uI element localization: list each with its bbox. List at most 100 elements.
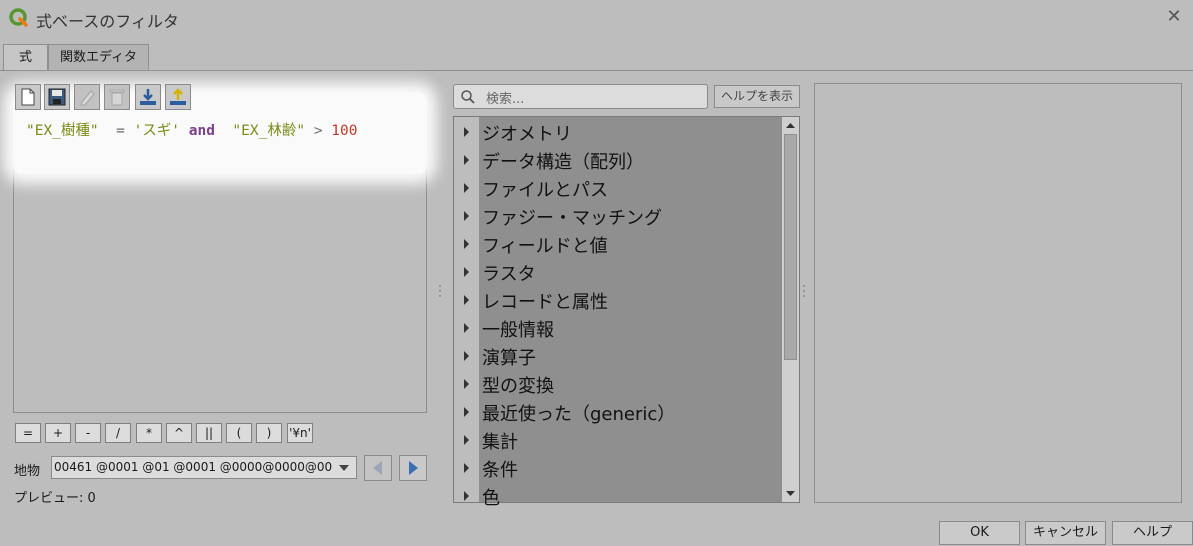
operator-multiply-button[interactable]: * [136,423,162,443]
tab-function-editor[interactable]: 関数エディタ [48,44,149,70]
function-group-item[interactable]: ジオメトリ [456,118,780,146]
function-group-label: 一般情報 [482,320,554,341]
splitter-handle-right[interactable] [802,283,806,303]
preview-value: 0 [87,491,96,506]
scroll-down-icon[interactable] [784,487,797,500]
function-group-item[interactable]: 集計 [456,426,780,454]
operator-close-paren-button[interactable]: ) [256,423,282,443]
operator-power-button[interactable]: ^ [166,423,192,443]
function-group-item[interactable]: 演算子 [456,342,780,370]
operator-divide-button[interactable]: / [105,423,131,443]
function-group-label: 色 [482,488,500,509]
preview-label: プレビュー: [14,491,84,506]
function-group-label: ジオメトリ [482,124,572,145]
ok-button[interactable]: OK [939,521,1020,545]
function-group-item[interactable]: レコードと属性 [456,286,780,314]
function-group-item[interactable]: 型の変換 [456,370,780,398]
function-group-item[interactable]: データ構造（配列） [456,146,780,174]
expand-arrow-icon[interactable] [464,211,469,221]
tab-divider [0,70,1193,71]
preview-output: プレビュー: 0 [14,487,96,506]
save-icon [48,88,66,106]
function-group-label: 演算子 [482,348,536,369]
operator-minus-button[interactable]: - [75,423,101,443]
expand-arrow-icon[interactable] [464,323,469,333]
operator-newline-button[interactable]: '¥n' [287,423,313,443]
expand-arrow-icon[interactable] [464,295,469,305]
code-token-string: 'スギ' [133,123,181,139]
cancel-button[interactable]: キャンセル [1025,521,1106,545]
close-icon[interactable]: ✕ [1164,7,1184,27]
delete-icon [109,89,125,106]
feature-label: 地物 [14,464,41,479]
function-group-label: 最近使った（generic） [482,404,676,425]
chevron-down-icon[interactable] [333,457,355,478]
code-token-keyword: and [180,123,224,139]
search-icon [461,90,475,104]
feature-combo[interactable]: 00461 @0001 @01 @0001 @0000@0000@0000 [51,456,357,479]
import-icon [140,89,156,105]
function-group-label: 条件 [482,460,518,481]
function-group-label: レコードと属性 [482,292,608,313]
function-group-item[interactable]: フィールドと値 [456,230,780,258]
code-token-field: "EX_樹種" [26,123,99,139]
export-icon [170,88,186,105]
expand-arrow-icon[interactable] [464,491,469,501]
function-group-item[interactable]: 最近使った（generic） [456,398,780,426]
expand-arrow-icon[interactable] [464,379,469,389]
previous-feature-button[interactable] [364,455,392,481]
code-token-field: "EX_林齢" [223,123,306,139]
function-group-label: 型の変換 [482,376,554,397]
expand-arrow-icon[interactable] [464,351,469,361]
function-group-label: 集計 [482,432,518,453]
expand-arrow-icon[interactable] [464,127,469,137]
function-group-item[interactable]: ファイルとパス [456,174,780,202]
export-button[interactable] [165,84,191,110]
function-group-label: データ構造（配列） [482,152,644,173]
expand-arrow-icon[interactable] [464,183,469,193]
search-placeholder: 検索... [486,92,525,107]
scroll-up-icon[interactable] [784,119,797,132]
function-group-label: ファジー・マッチング [482,208,662,229]
function-group-item[interactable]: 一般情報 [456,314,780,342]
function-group-label: ファイルとパス [482,180,608,201]
function-group-item[interactable]: 色 [456,482,780,510]
code-token-operator: = [98,123,134,139]
function-group-item[interactable]: 条件 [456,454,780,482]
expand-arrow-icon[interactable] [464,407,469,417]
operator-open-paren-button[interactable]: ( [226,423,252,443]
code-token-operator: > [305,123,332,139]
window-title: 式ベースのフィルタ [36,12,179,31]
operator-equals-button[interactable]: = [15,423,41,443]
show-help-button[interactable]: ヘルプを表示 [714,85,800,108]
expand-arrow-icon[interactable] [464,267,469,277]
tab-expression[interactable]: 式 [3,44,48,71]
next-feature-button[interactable] [399,455,427,481]
new-file-button[interactable] [15,84,41,110]
code-token-number: 100 [331,123,358,139]
save-button[interactable] [44,84,70,110]
arrow-left-icon [373,461,382,475]
new-file-icon [21,88,35,106]
scrollbar-thumb[interactable] [784,134,797,360]
import-button[interactable] [135,84,161,110]
expand-arrow-icon[interactable] [464,155,469,165]
help-button[interactable]: ヘルプ [1112,521,1193,545]
splitter-handle-left[interactable] [438,283,442,303]
function-group-item[interactable]: ファジー・マッチング [456,202,780,230]
expand-arrow-icon[interactable] [464,239,469,249]
edit-button[interactable] [74,84,100,110]
function-group-label: フィールドと値 [482,236,608,257]
delete-button[interactable] [104,84,130,110]
qgis-logo-icon [9,8,28,27]
operator-concat-button[interactable]: || [196,423,222,443]
expand-arrow-icon[interactable] [464,463,469,473]
help-panel [814,83,1182,503]
arrow-right-icon [409,461,418,475]
edit-icon [80,90,95,106]
expression-text: "EX_樹種" = 'スギ' and "EX_林齢" > 100 [26,119,358,140]
function-group-label: ラスタ [482,264,536,285]
function-group-item[interactable]: ラスタ [456,258,780,286]
operator-plus-button[interactable]: + [45,423,71,443]
expand-arrow-icon[interactable] [464,435,469,445]
